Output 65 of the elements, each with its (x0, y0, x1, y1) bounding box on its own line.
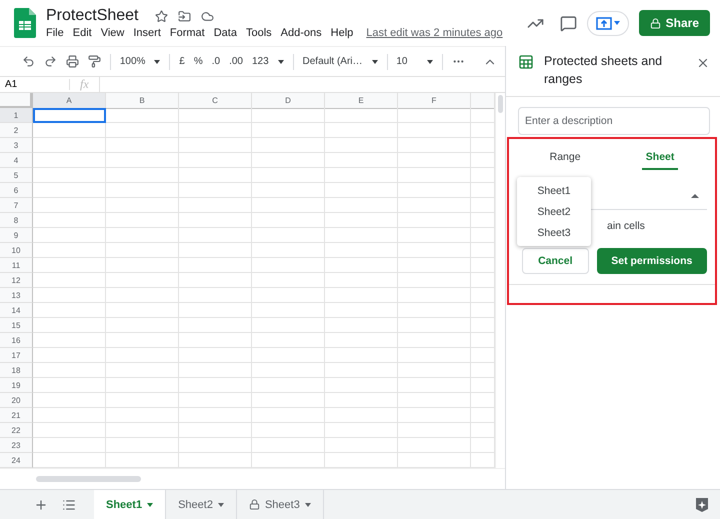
row-header[interactable]: 7 (0, 198, 33, 213)
tab[interactable]: Range (546, 147, 585, 170)
font-select[interactable]: Default (Ari… (302, 56, 363, 67)
currency-button[interactable]: £ (179, 56, 185, 67)
row-header[interactable]: 4 (0, 153, 33, 168)
sheet-tab[interactable]: Sheet2 (166, 490, 237, 519)
menu-option[interactable]: Sheet1 (517, 180, 591, 201)
row-header[interactable]: 16 (0, 333, 33, 348)
percent-button[interactable]: % (194, 56, 203, 67)
row-header[interactable]: 2 (0, 123, 33, 138)
row-header[interactable]: 17 (0, 348, 33, 363)
sheet-tab[interactable]: Sheet3 (236, 490, 324, 519)
last-edit-link[interactable]: Last edit was 2 minutes ago (366, 27, 503, 39)
menu-option[interactable]: Sheet3 (517, 222, 591, 243)
row-header[interactable]: 6 (0, 183, 33, 198)
row-header[interactable]: 24 (0, 453, 33, 468)
column-header[interactable]: E (325, 93, 398, 109)
row-header[interactable]: 8 (0, 213, 33, 228)
menu-item[interactable]: Add-ons (280, 27, 322, 39)
column-header[interactable]: C (179, 93, 252, 109)
column-header[interactable]: F (398, 93, 471, 109)
increase-decimal-button[interactable]: .00 (229, 56, 243, 67)
row-header[interactable]: 18 (0, 363, 33, 378)
row-header[interactable]: 5 (0, 168, 33, 183)
zoom-select[interactable]: 100% (120, 56, 146, 67)
menu-item[interactable]: Insert (133, 27, 161, 39)
row-header[interactable]: 10 (0, 243, 33, 258)
column-header[interactable]: D (252, 93, 325, 109)
document-title[interactable]: ProtectSheet (46, 7, 138, 25)
checkbox-label: ain cells (606, 220, 646, 232)
cancel-button[interactable]: Cancel (522, 248, 589, 274)
column-header[interactable]: A (33, 93, 106, 109)
row-header[interactable]: 9 (0, 228, 33, 243)
description-field[interactable]: Enter a description (518, 107, 710, 135)
decrease-decimal-button[interactable]: .0 (212, 56, 220, 67)
sheet-tab[interactable]: Sheet1 (94, 490, 166, 519)
row-header[interactable]: 20 (0, 393, 33, 408)
number-format-select[interactable]: 123 (252, 56, 269, 67)
menu-item[interactable]: Data (214, 27, 237, 39)
row-header[interactable]: 14 (0, 303, 33, 318)
row-header[interactable]: 11 (0, 258, 33, 273)
share-button[interactable]: Share (638, 10, 710, 36)
panel-title: Protected sheets and ranges (544, 53, 664, 88)
row-header[interactable]: 21 (0, 408, 33, 423)
row-header[interactable]: 15 (0, 318, 33, 333)
menu-item[interactable]: File (46, 27, 64, 39)
row-header[interactable]: 13 (0, 288, 33, 303)
font-size-select[interactable]: 10 (396, 56, 418, 67)
menu-item[interactable]: Help (330, 27, 354, 39)
tab[interactable]: Sheet (642, 147, 678, 170)
menu-item[interactable]: View (100, 27, 124, 39)
set-permissions-button[interactable]: Set permissions (596, 248, 707, 274)
menu-item[interactable]: Tools (246, 27, 272, 39)
menu-option[interactable]: Sheet2 (517, 201, 591, 222)
menu-item[interactable]: Format (170, 27, 205, 39)
row-header[interactable]: 3 (0, 138, 33, 153)
row-header[interactable]: 1 (0, 108, 33, 123)
formula-label: fx (70, 77, 100, 92)
cell-reference[interactable]: A1 (0, 79, 70, 90)
menu-item[interactable]: Edit (72, 27, 92, 39)
row-header[interactable]: 22 (0, 423, 33, 438)
row-header[interactable]: 12 (0, 273, 33, 288)
column-header[interactable]: B (106, 93, 179, 109)
row-header[interactable]: 23 (0, 438, 33, 453)
row-header[interactable]: 19 (0, 378, 33, 393)
